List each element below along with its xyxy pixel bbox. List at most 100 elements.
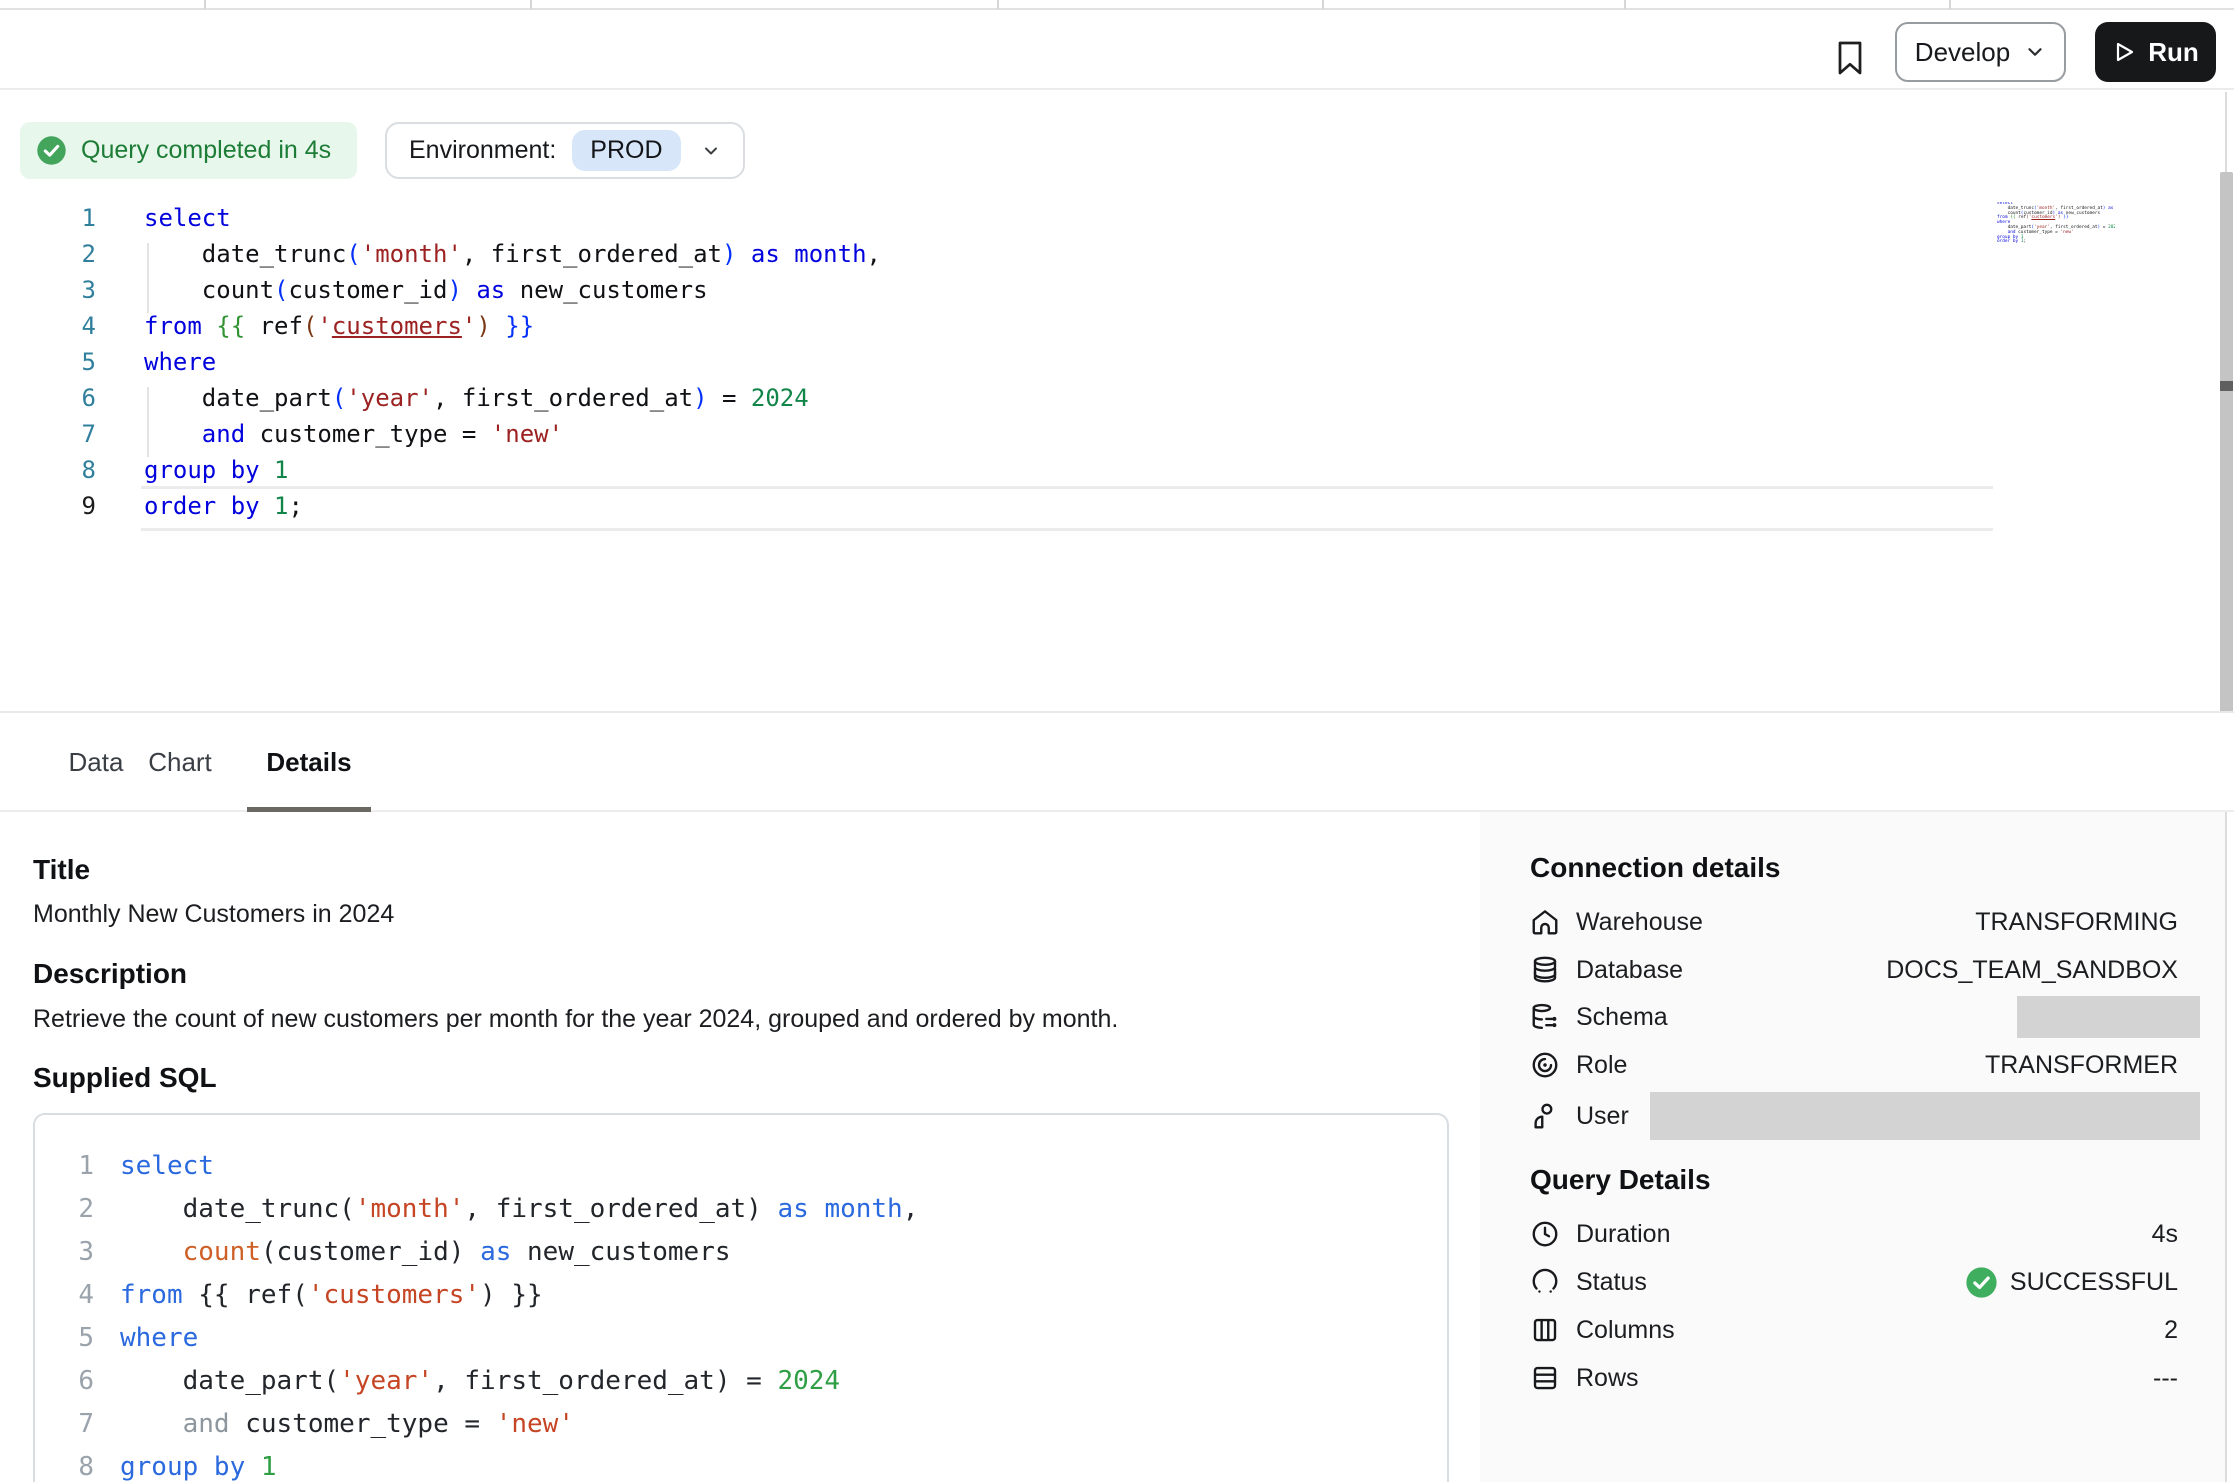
description-value: Retrieve the count of new customers per … — [33, 1005, 1118, 1034]
tab-details[interactable]: Details — [247, 713, 371, 812]
play-icon — [2112, 40, 2136, 64]
line-number: 1 — [35, 1145, 94, 1188]
tab-chart[interactable]: Chart — [124, 713, 236, 812]
user-icon — [1530, 1101, 1560, 1131]
warehouse-row: Warehouse TRANSFORMING — [1530, 900, 2200, 944]
rows-label-group: Rows — [1530, 1363, 1639, 1393]
line-number: 8 — [0, 452, 96, 488]
chevron-down-icon — [701, 141, 721, 161]
code-text: select — [144, 200, 231, 236]
user-row: User — [1530, 1092, 2200, 1140]
code-line: 5 where — [35, 1317, 1447, 1360]
results-tabbar: Data Chart Details — [0, 711, 2234, 812]
code-line: 7 and customer_type = 'new' — [35, 1403, 1447, 1446]
code-text: from {{ ref('customers') }} — [120, 1274, 543, 1317]
scrollbar-cursor-marker — [2220, 381, 2233, 391]
code-text: date_part('year', first_ordered_at) = 20… — [120, 1360, 840, 1403]
code-text: from {{ ref('customers') }} — [144, 308, 534, 344]
database-label-group: Database — [1530, 955, 1683, 985]
columns-row: Columns 2 — [1530, 1308, 2200, 1352]
code-line: 3 count(customer_id) as new_customers — [35, 1231, 1447, 1274]
code-line: 1 select — [0, 200, 1995, 236]
success-check-icon — [1965, 1266, 1998, 1299]
tab-divider — [204, 0, 206, 9]
warehouse-value: TRANSFORMING — [1975, 908, 2200, 937]
bookmark-icon[interactable] — [1828, 36, 1872, 80]
status-label: Status — [1576, 1268, 1647, 1297]
query-status-badge: Query completed in 4s — [20, 122, 357, 179]
description-heading: Description — [33, 958, 187, 990]
run-label: Run — [2148, 37, 2199, 68]
line-number: 2 — [35, 1188, 94, 1231]
line-number: 5 — [35, 1317, 94, 1360]
tab-divider — [1322, 0, 1324, 9]
rows-row: Rows --- — [1530, 1356, 2200, 1400]
role-label: Role — [1576, 1051, 1627, 1080]
code-text: where — [120, 1317, 198, 1360]
code-line: 3 count(customer_id) as new_customers — [0, 272, 1995, 308]
code-line: 5where — [0, 344, 1995, 380]
sql-editor[interactable]: 1select2 date_trunc('month', first_order… — [0, 200, 1995, 524]
code-text: group by 1 — [144, 452, 289, 488]
check-circle-icon — [36, 135, 67, 166]
database-label: Database — [1576, 956, 1683, 985]
line-number: 8 — [35, 1446, 94, 1482]
line-number: 1 — [0, 200, 96, 236]
line-number: 9 — [0, 488, 96, 524]
tab-divider — [530, 0, 532, 9]
code-text: count(customer_id) as new_customers — [120, 1231, 731, 1274]
schema-label-group: Schema — [1530, 1002, 1668, 1032]
rows-value: --- — [2153, 1364, 2200, 1393]
status-label-group: Status — [1530, 1267, 1647, 1297]
spinner-icon — [1530, 1267, 1560, 1297]
environment-value-pill: PROD — [572, 130, 680, 171]
query-details-heading: Query Details — [1530, 1164, 1711, 1196]
tab-data-label: Data — [69, 747, 124, 778]
code-text: group by 1 — [120, 1446, 277, 1482]
code-line: 9order by 1; — [0, 488, 1995, 524]
app-window: Develop Run Query completed in 4s Enviro… — [0, 0, 2234, 1482]
run-button[interactable]: Run — [2095, 22, 2216, 82]
rows-label: Rows — [1576, 1364, 1639, 1393]
duration-label-group: Duration — [1530, 1219, 1671, 1249]
code-text: select — [120, 1145, 214, 1188]
line-number: 4 — [0, 308, 96, 344]
line-number: 3 — [0, 272, 96, 308]
environment-selector[interactable]: Environment: PROD — [385, 122, 745, 179]
title-heading: Title — [33, 854, 90, 886]
develop-dropdown-button[interactable]: Develop — [1895, 22, 2066, 82]
code-line: 1 select — [35, 1145, 1447, 1188]
warehouse-icon — [1530, 907, 1560, 937]
line-number: 4 — [35, 1274, 94, 1317]
line-number: 2 — [0, 236, 96, 272]
warehouse-label-group: Warehouse — [1530, 907, 1703, 937]
tab-chart-label: Chart — [148, 747, 212, 778]
tab-details-label: Details — [266, 747, 351, 778]
connection-details-heading: Connection details — [1530, 852, 1780, 884]
warehouse-label: Warehouse — [1576, 908, 1703, 937]
code-line: 4 from {{ ref('customers') }} — [0, 308, 1995, 344]
user-label: User — [1576, 1102, 1629, 1131]
tab-divider — [997, 0, 999, 9]
code-line: 4 from {{ ref('customers') }} — [35, 1274, 1447, 1317]
header-bar: Develop Run — [0, 12, 2234, 90]
code-line: 8 group by 1 — [0, 452, 1995, 488]
clock-icon — [1530, 1219, 1560, 1249]
database-value: DOCS_TEAM_SANDBOX — [1886, 956, 2200, 985]
code-text: where — [144, 344, 216, 380]
role-label-group: Role — [1530, 1050, 1627, 1080]
code-text: and customer_type = 'new' — [144, 416, 563, 452]
code-line: 7 and customer_type = 'new' — [0, 416, 1995, 452]
top-tabstrip — [0, 0, 2234, 10]
scrollbar-thumb[interactable] — [2220, 172, 2233, 745]
code-line: 6 date_part('year', first_ordered_at) = … — [35, 1360, 1447, 1403]
code-text: and customer_type = 'new' — [120, 1403, 574, 1446]
code-line: 8 group by 1 — [35, 1446, 1447, 1482]
line-number: 6 — [35, 1360, 94, 1403]
status-value: SUCCESSFUL — [2010, 1268, 2178, 1297]
duration-label: Duration — [1576, 1220, 1671, 1249]
line-number: 7 — [0, 416, 96, 452]
editor-minimap[interactable]: select date_trunc('month', first_ordered… — [1997, 202, 2115, 245]
duration-value: 4s — [2152, 1220, 2200, 1249]
user-label-group: User — [1530, 1101, 1629, 1131]
